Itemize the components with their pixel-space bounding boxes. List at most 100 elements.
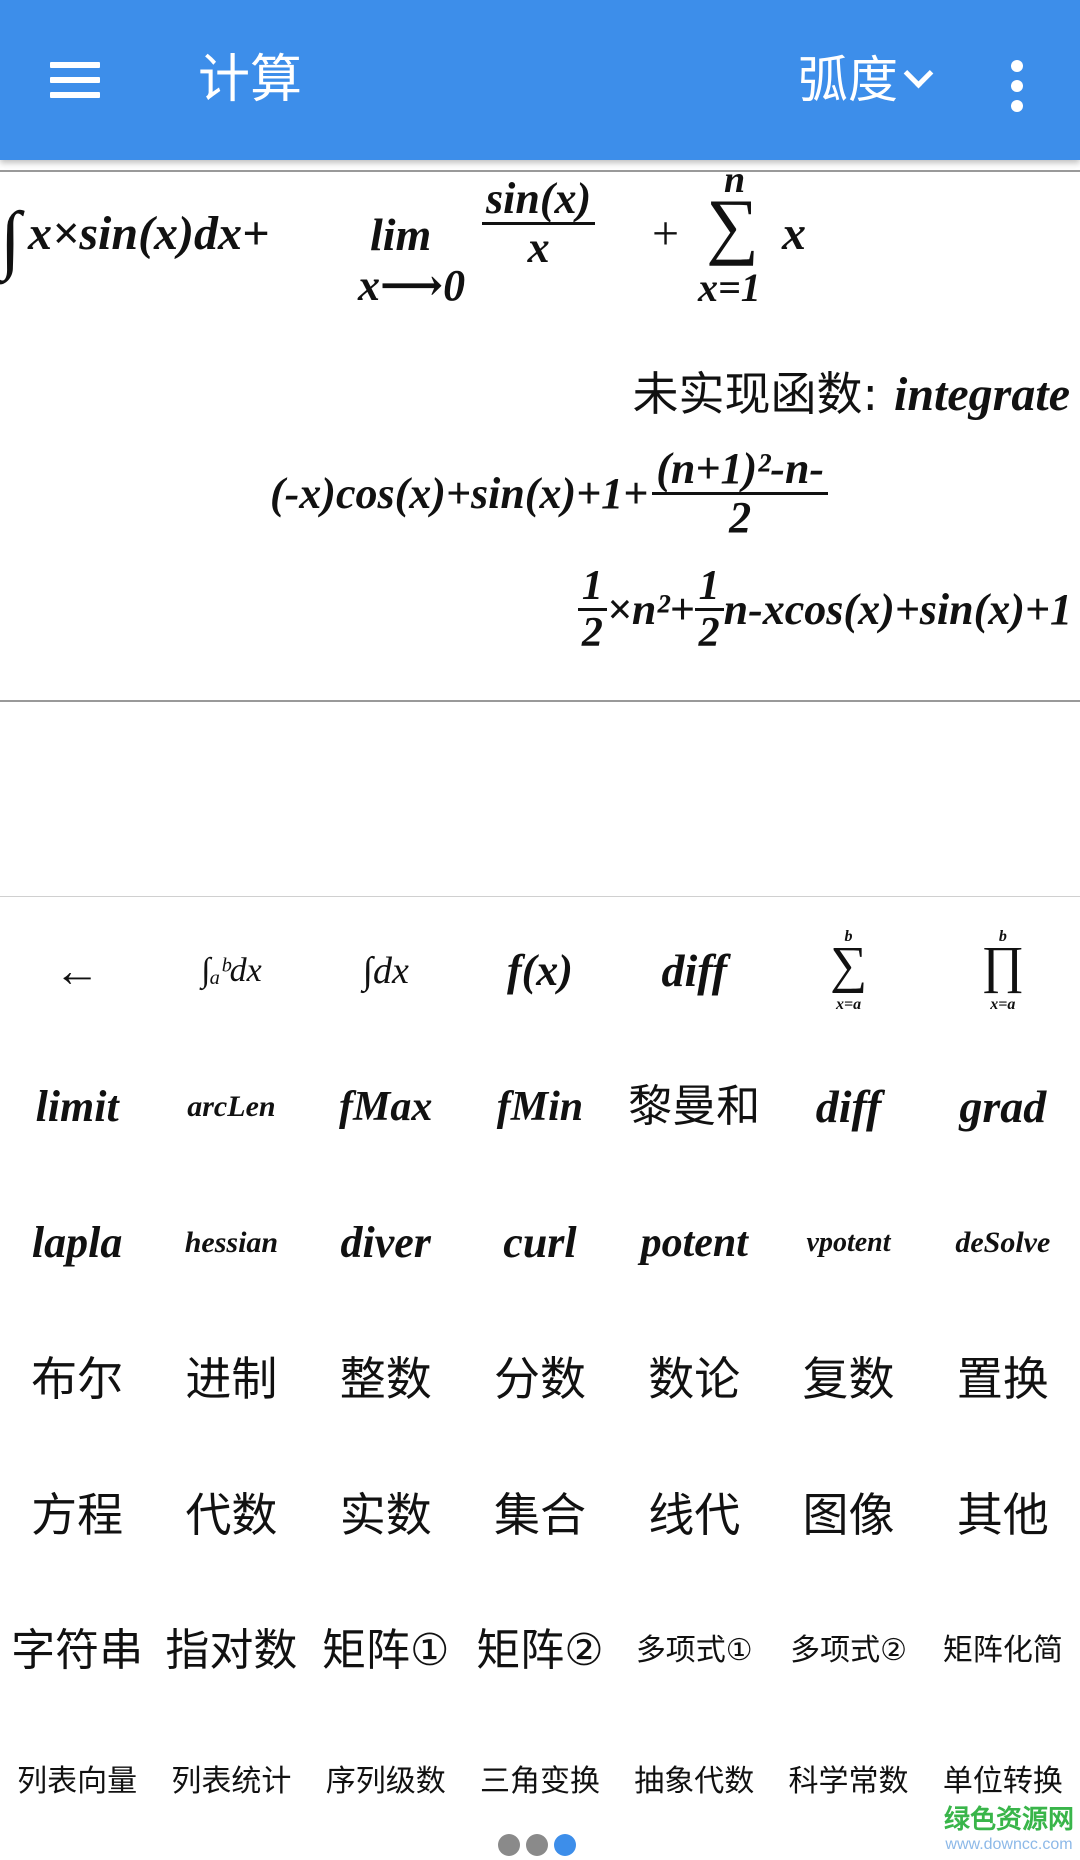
- more-options-icon[interactable]: [1000, 60, 1036, 112]
- page-dot[interactable]: [526, 1834, 548, 1856]
- result-middle: ×n²+: [606, 585, 695, 635]
- algebra-key[interactable]: 代数: [154, 1470, 308, 1560]
- app-bar: 计算 弧度: [0, 0, 1080, 160]
- result-display: ∫ x×sin(x)dx+ lim x⟶0 sin(x) x + n ∑ x=1…: [0, 170, 1080, 702]
- limit-key[interactable]: limit: [0, 1062, 154, 1152]
- trig-transform-key[interactable]: 三角变换: [463, 1742, 617, 1822]
- summation-key[interactable]: b ∑ x=a: [771, 926, 925, 1016]
- page-dot-active[interactable]: [554, 1834, 576, 1856]
- graph-key[interactable]: 图像: [771, 1470, 925, 1560]
- diff-key[interactable]: diff: [617, 926, 771, 1016]
- string-key[interactable]: 字符串: [0, 1606, 154, 1696]
- keypad-row-3: lapla hessian diver curl potent vpotent …: [0, 1198, 1080, 1288]
- unimplemented-label: 未实现函数:: [632, 367, 879, 421]
- list-stats-key[interactable]: 列表统计: [154, 1742, 308, 1822]
- keypad-row-5: 方程 代数 实数 集合 线代 图像 其他: [0, 1470, 1080, 1560]
- other-key[interactable]: 其他: [926, 1470, 1080, 1560]
- divergence-key[interactable]: diver: [309, 1198, 463, 1288]
- half-fraction: 1 2: [577, 564, 607, 657]
- curl-key[interactable]: curl: [463, 1198, 617, 1288]
- linear-algebra-key[interactable]: 线代: [617, 1470, 771, 1560]
- result-main: (-x)cos(x)+sin(x)+1+: [270, 469, 649, 519]
- fraction-numerator: (n+1)²-n-: [652, 445, 829, 496]
- fmin-key[interactable]: fMin: [463, 1062, 617, 1152]
- backspace-key[interactable]: ←: [0, 926, 154, 1016]
- boolean-key[interactable]: 布尔: [0, 1334, 154, 1424]
- fraction-denominator: 2: [698, 610, 720, 657]
- sequence-series-key[interactable]: 序列级数: [309, 1742, 463, 1822]
- matrix-1-key[interactable]: 矩阵①: [309, 1606, 463, 1696]
- fraction-numerator: 1: [577, 564, 607, 612]
- result-line-1: (-x)cos(x)+sin(x)+1+ (n+1)²-n- 2: [270, 445, 829, 556]
- polynomial-1-key[interactable]: 多项式①: [617, 1606, 771, 1696]
- keypad-row-7: 列表向量 列表统计 序列级数 三角变换 抽象代数 科学常数 单位转换: [0, 1742, 1080, 1822]
- polynomial-2-key[interactable]: 多项式②: [771, 1606, 925, 1696]
- vector-potential-key[interactable]: vpotent: [771, 1198, 925, 1288]
- matrix-2-key[interactable]: 矩阵②: [463, 1606, 617, 1696]
- page-dot[interactable]: [498, 1834, 520, 1856]
- equation-key[interactable]: 方程: [0, 1470, 154, 1560]
- sum-body: x: [782, 207, 806, 260]
- keypad-row-4: 布尔 进制 整数 分数 数论 复数 置换: [0, 1334, 1080, 1424]
- base-key[interactable]: 进制: [154, 1334, 308, 1424]
- matrix-simplify-key[interactable]: 矩阵化简: [926, 1606, 1080, 1696]
- sum-sign: ∑: [706, 185, 759, 267]
- keypad-row-6: 字符串 指对数 矩阵① 矩阵② 多项式① 多项式② 矩阵化简: [0, 1606, 1080, 1696]
- set-key[interactable]: 集合: [463, 1470, 617, 1560]
- keypad-row-2: limit arcLen fMax fMin 黎曼和 diff grad: [0, 1062, 1080, 1152]
- riemann-sum-key[interactable]: 黎曼和: [617, 1062, 771, 1152]
- watermark: 绿色资源网 www.downcc.com: [944, 1799, 1074, 1854]
- angle-mode-dropdown[interactable]: 弧度: [798, 48, 934, 112]
- real-number-key[interactable]: 实数: [309, 1470, 463, 1560]
- exp-log-key[interactable]: 指对数: [154, 1606, 308, 1696]
- definite-integral-key[interactable]: ∫ₐᵇdx: [154, 926, 308, 1016]
- number-theory-key[interactable]: 数论: [617, 1334, 771, 1424]
- hessian-key[interactable]: hessian: [154, 1198, 308, 1288]
- integrand-text: x×sin(x)dx+: [28, 207, 270, 260]
- product-key[interactable]: b ∏ x=a: [926, 926, 1080, 1016]
- permutation-key[interactable]: 置换: [926, 1334, 1080, 1424]
- fraction-key[interactable]: 分数: [463, 1334, 617, 1424]
- lim-word: lim: [370, 209, 432, 260]
- fraction-numerator: sin(x): [482, 175, 596, 226]
- page-indicator: [498, 1834, 576, 1856]
- laplacian-key[interactable]: lapla: [0, 1198, 154, 1288]
- expression-input[interactable]: [0, 700, 1080, 897]
- sigma-icon: ∑: [830, 937, 868, 994]
- abstract-algebra-key[interactable]: 抽象代数: [617, 1742, 771, 1822]
- hamburger-menu-icon[interactable]: [44, 56, 106, 104]
- fraction-denominator: 2: [729, 493, 752, 543]
- result-tail: n-xcos(x)+sin(x)+1: [723, 585, 1072, 635]
- integer-key[interactable]: 整数: [309, 1334, 463, 1424]
- fraction-denominator: x: [527, 223, 550, 273]
- list-vector-key[interactable]: 列表向量: [0, 1742, 154, 1822]
- science-constants-key[interactable]: 科学常数: [771, 1742, 925, 1822]
- function-key[interactable]: f(x): [463, 926, 617, 1016]
- lim-subscript: x⟶0: [358, 261, 466, 310]
- chevron-down-icon: [903, 58, 934, 88]
- potential-key[interactable]: potent: [617, 1198, 771, 1288]
- keypad-row-1: ← ∫ₐᵇdx ∫dx f(x) diff b ∑ x=a b ∏ x=a: [0, 926, 1080, 1016]
- sum-lower: x=1: [698, 265, 761, 310]
- result-line-2: 1 2 ×n²+ 1 2 n-xcos(x)+sin(x)+1: [577, 564, 1072, 674]
- grad-key[interactable]: grad: [926, 1062, 1080, 1152]
- angle-mode-label: 弧度: [798, 52, 898, 108]
- plus-sign: +: [652, 207, 680, 260]
- limit-fraction: sin(x) x: [482, 175, 596, 273]
- watermark-logo-text: 绿色资源网: [943, 1805, 1074, 1835]
- page-title: 计算: [198, 51, 303, 109]
- desolve-key[interactable]: deSolve: [926, 1198, 1080, 1288]
- arclen-key[interactable]: arcLen: [154, 1062, 308, 1152]
- diff-key-2[interactable]: diff: [771, 1062, 925, 1152]
- function-name: integrate: [894, 368, 1070, 421]
- indefinite-integral-key[interactable]: ∫dx: [309, 926, 463, 1016]
- half-fraction: 1 2: [694, 564, 724, 657]
- watermark-url: www.downcc.com: [945, 1836, 1073, 1853]
- complex-key[interactable]: 复数: [771, 1334, 925, 1424]
- result-fraction: (n+1)²-n- 2: [652, 445, 829, 543]
- fmax-key[interactable]: fMax: [309, 1062, 463, 1152]
- unimplemented-line: 未实现函数: integrate: [633, 358, 1071, 428]
- fraction-denominator: 2: [581, 610, 603, 657]
- integral-sign: ∫: [0, 197, 21, 281]
- expression-line: ∫ x×sin(x)dx+ lim x⟶0 sin(x) x + n ∑ x=1…: [0, 172, 900, 322]
